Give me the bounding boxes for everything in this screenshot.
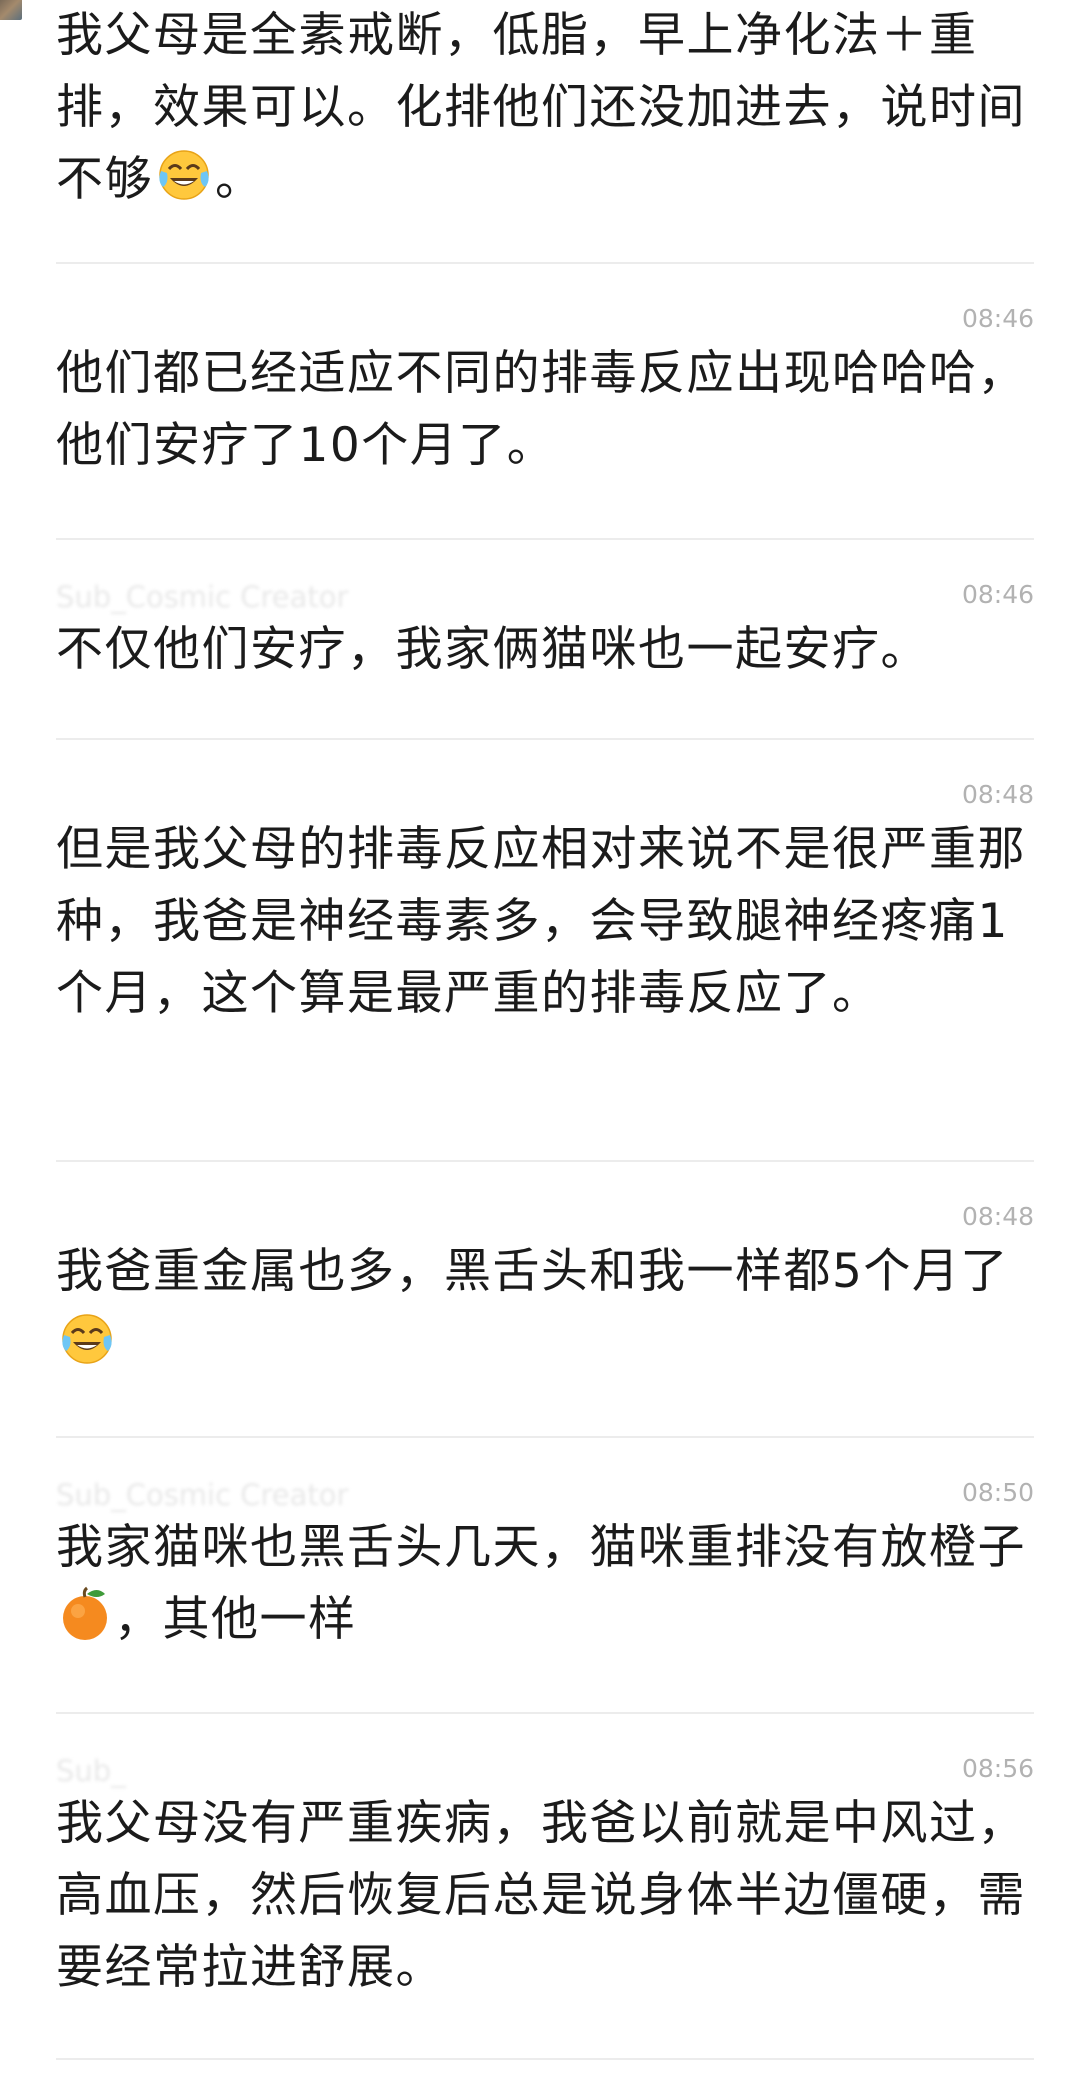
message-text: 不仅他们安疗，我家俩猫咪也一起安疗。 bbox=[56, 614, 1034, 686]
message-divider bbox=[56, 1436, 1034, 1438]
message-text: 我父母没有严重疾病，我爸以前就是中风过，高血压，然后恢复后总是说身体半边僵硬，需… bbox=[56, 1788, 1034, 2004]
chat-message: 我父母是全素戒断，低脂，早上净化法＋重排，效果可以。化排他们还没加进去，说时间不… bbox=[56, 0, 1034, 224]
tears-of-joy-emoji-icon bbox=[155, 145, 213, 224]
message-timestamp: 08:50 bbox=[961, 1478, 1034, 1507]
message-text-segment: 我爸重金属也多，黑舌头和我一样都5个月了 bbox=[56, 1244, 1009, 1299]
avatar[interactable] bbox=[0, 0, 22, 20]
message-divider bbox=[56, 1712, 1034, 1714]
chat-message: 08:48 但是我父母的排毒反应相对来说不是很严重那种，我爸是神经毒素多，会导致… bbox=[56, 774, 1034, 1030]
message-timestamp: 08:48 bbox=[961, 1202, 1034, 1231]
message-divider bbox=[56, 2058, 1034, 2060]
message-timestamp: 08:48 bbox=[961, 780, 1034, 809]
message-divider bbox=[56, 262, 1034, 264]
chat-message: Sub_ 08:56 我父母没有严重疾病，我爸以前就是中风过，高血压，然后恢复后… bbox=[56, 1748, 1034, 2004]
message-text: 我爸重金属也多，黑舌头和我一样都5个月了 bbox=[56, 1236, 1034, 1388]
message-text-segment: 我父母没有严重疾病，我爸以前就是中风过，高血压，然后恢复后总是说身体半边僵硬，需… bbox=[56, 1796, 1026, 1995]
chat-message: 08:46 他们都已经适应不同的排毒反应出现哈哈哈，他们安疗了10个月了。 bbox=[56, 298, 1034, 482]
message-text-segment: 。 bbox=[215, 152, 264, 207]
message-timestamp: 08:46 bbox=[961, 580, 1034, 609]
message-text: 他们都已经适应不同的排毒反应出现哈哈哈，他们安疗了10个月了。 bbox=[56, 338, 1034, 482]
sender-name[interactable]: Sub_Cosmic Creator bbox=[56, 580, 348, 614]
chat-message: Sub_Cosmic Creator 08:46 不仅他们安疗，我家俩猫咪也一起… bbox=[56, 574, 1034, 686]
chat-message: Sub_Cosmic Creator 08:50 我家猫咪也黑舌头几天，猫咪重排… bbox=[56, 1472, 1034, 1664]
message-text-segment: 他们都已经适应不同的排毒反应出现哈哈哈，他们安疗了10个月了。 bbox=[56, 346, 1026, 473]
message-text: 但是我父母的排毒反应相对来说不是很严重那种，我爸是神经毒素多，会导致腿神经疼痛1… bbox=[56, 814, 1034, 1030]
tangerine-emoji-icon bbox=[58, 1585, 112, 1664]
message-text-segment: 不仅他们安疗，我家俩猫咪也一起安疗。 bbox=[56, 622, 929, 677]
message-text-segment: ，其他一样 bbox=[114, 1592, 357, 1647]
message-divider bbox=[56, 738, 1034, 740]
message-text-segment: 我家猫咪也黑舌头几天，猫咪重排没有放橙子 bbox=[56, 1520, 1026, 1575]
message-timestamp: 08:46 bbox=[961, 304, 1034, 333]
message-divider bbox=[56, 1160, 1034, 1162]
message-divider bbox=[56, 538, 1034, 540]
chat-message: 08:48 我爸重金属也多，黑舌头和我一样都5个月了 bbox=[56, 1196, 1034, 1388]
message-text-segment: 但是我父母的排毒反应相对来说不是很严重那种，我爸是神经毒素多，会导致腿神经疼痛1… bbox=[56, 822, 1026, 1021]
sender-name[interactable]: Sub_Cosmic Creator bbox=[56, 1478, 348, 1512]
message-text: 我家猫咪也黑舌头几天，猫咪重排没有放橙子 ，其他一样 bbox=[56, 1512, 1034, 1664]
tears-of-joy-emoji-icon bbox=[58, 1309, 116, 1388]
message-text: 我父母是全素戒断，低脂，早上净化法＋重排，效果可以。化排他们还没加进去，说时间不… bbox=[56, 0, 1034, 224]
message-timestamp: 08:56 bbox=[961, 1754, 1034, 1783]
sender-name[interactable]: Sub_ bbox=[56, 1754, 126, 1788]
